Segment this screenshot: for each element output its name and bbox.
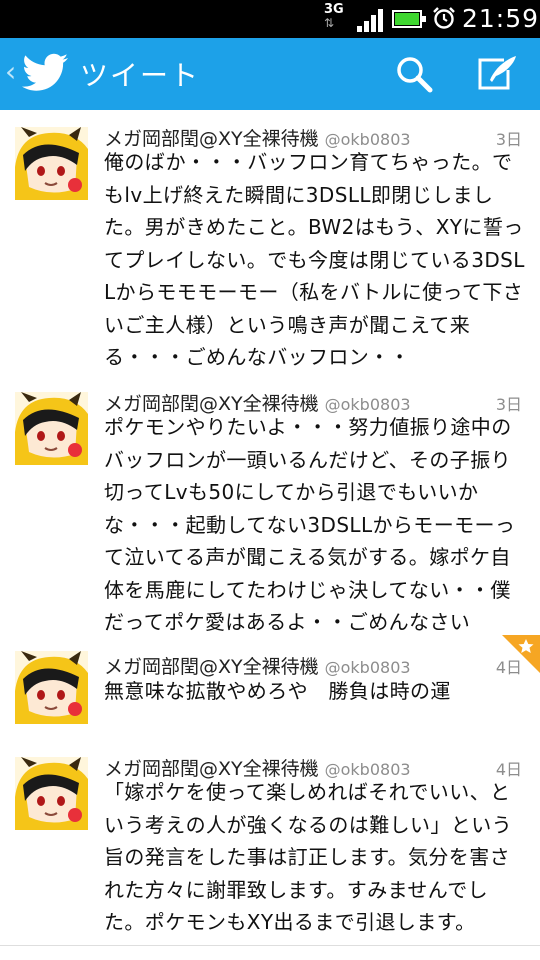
action-bar: ‹ ツイート (0, 38, 540, 110)
tweet-item[interactable]: メガ岡部閏@XY全裸待機 @okb0803 3日 俺のばか・・・バッフロン育てちゃ… (0, 110, 540, 376)
status-bar: 3G ⇅ 21:59 (0, 0, 540, 38)
avatar[interactable] (15, 757, 88, 830)
tweet-text: 「嫁ポケを使って楽しめればそれでいい、という考えの人が強くなるのは難しい」という… (104, 780, 512, 934)
network-indicator: 3G ⇅ (324, 3, 348, 35)
twitter-bird-icon[interactable] (22, 52, 70, 94)
battery-icon (392, 10, 426, 28)
back-chevron-icon[interactable]: ‹ (5, 58, 16, 86)
avatar[interactable] (15, 127, 88, 200)
clock: 21:59 (462, 4, 540, 33)
signal-icon (357, 8, 383, 32)
network-type: 3G (324, 2, 344, 17)
tweet-item[interactable]: メガ岡部閏@XY全裸待機 @okb0803 4日 「嫁ポケを使って楽しめればそれで… (0, 740, 540, 946)
search-icon[interactable] (394, 54, 434, 94)
tweet-text: ポケモンやりたいよ・・・努力値振り途中のバッフロンが一頭いるんだけど、その子振り… (104, 415, 516, 634)
avatar[interactable] (15, 651, 88, 724)
data-arrows-icon: ⇅ (324, 16, 335, 30)
tweet-item[interactable]: メガ岡部閏@XY全裸待機 @okb0803 4日 無意味な拡散やめろや 勝負は時の… (0, 635, 540, 741)
compose-icon[interactable] (474, 52, 520, 94)
avatar[interactable] (15, 392, 88, 465)
tweet-text: 無意味な拡散やめろや 勝負は時の運 (104, 679, 451, 703)
page-title: ツイート (80, 59, 201, 92)
tweet-text: 俺のばか・・・バッフロン育てちゃった。でもlv上げ終えた瞬間に3DSLL即閉じし… (104, 150, 525, 369)
tweet-item[interactable]: メガ岡部閏@XY全裸待機 @okb0803 3日 ポケモンやりたいよ・・・努力値振… (0, 375, 540, 636)
alarm-icon (433, 7, 455, 29)
